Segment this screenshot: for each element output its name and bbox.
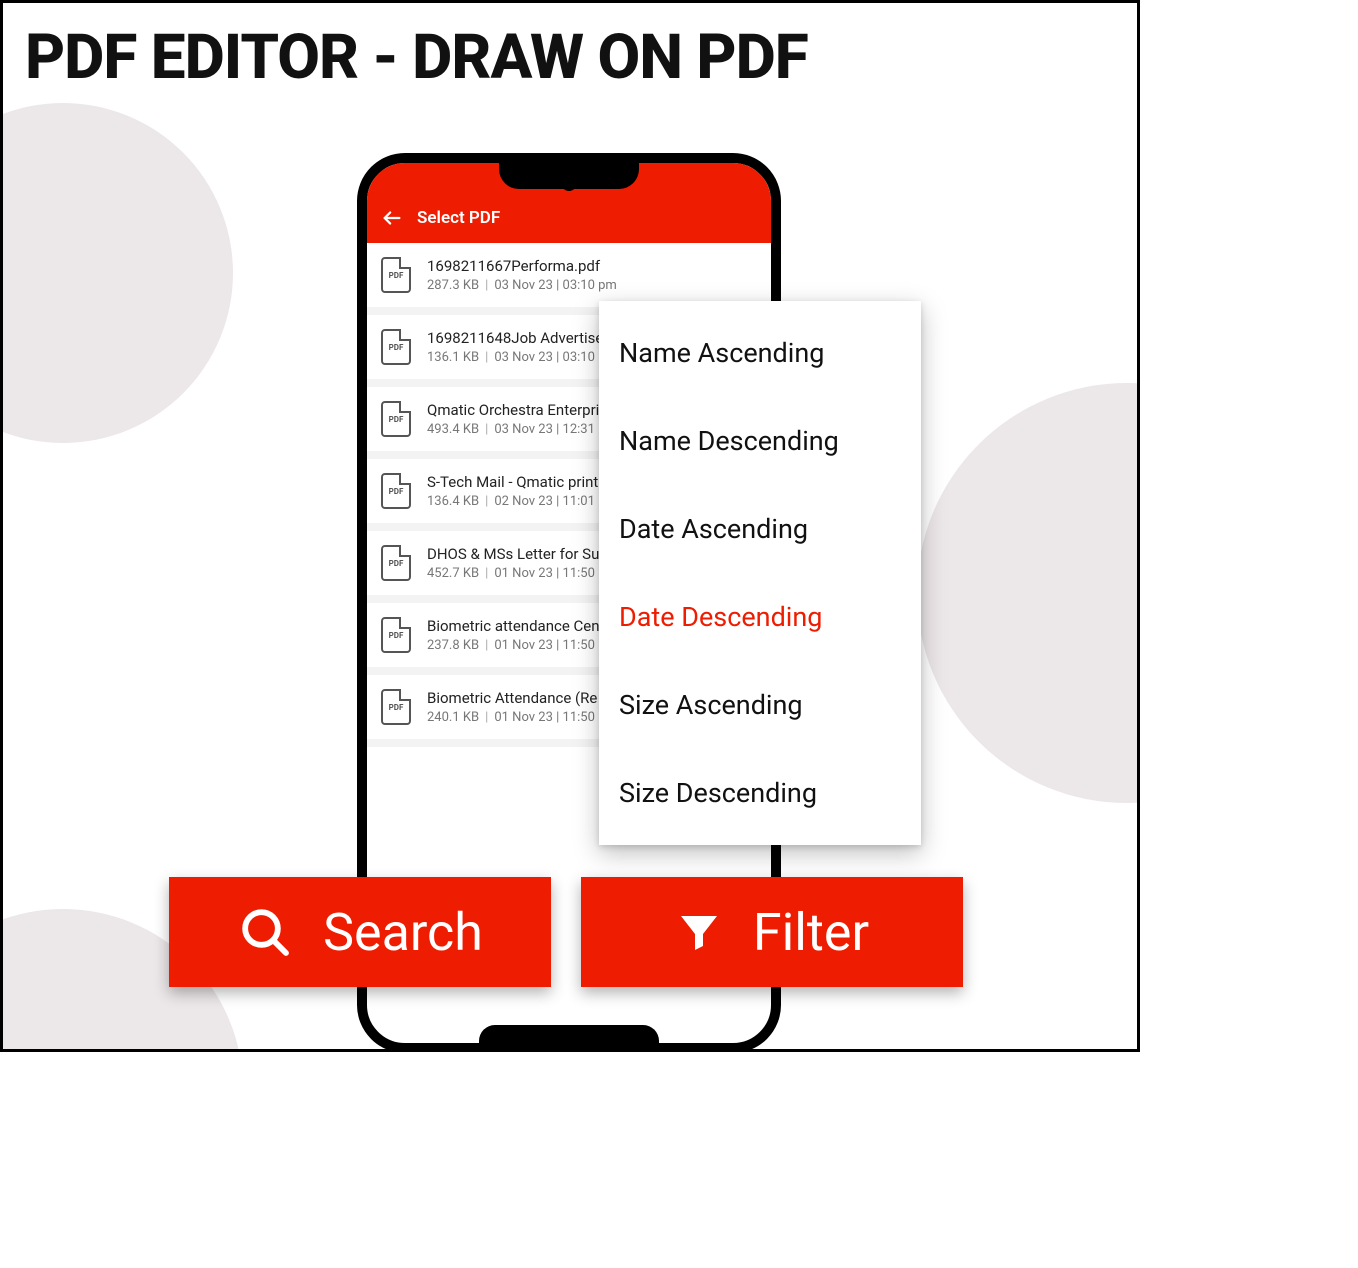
pdf-file-icon: PDF (381, 257, 411, 293)
sort-option[interactable]: Name Ascending (599, 309, 921, 397)
search-icon (237, 904, 293, 960)
sort-option[interactable]: Size Descending (599, 749, 921, 837)
file-date: 03 Nov 23 | 12:31 (494, 422, 595, 437)
file-date: 01 Nov 23 | 11:50 p... (494, 710, 615, 725)
pdf-file-icon: PDF (381, 473, 411, 509)
pdf-icon-label: PDF (389, 703, 404, 712)
pdf-icon-label: PDF (389, 415, 404, 424)
decor-circle (0, 103, 233, 443)
meta-separator: | (485, 494, 488, 509)
decor-circle (917, 383, 1140, 803)
filter-button[interactable]: Filter (581, 877, 963, 987)
phone-notch (499, 161, 639, 189)
file-date: 01 Nov 23 | 11:50 (494, 566, 595, 581)
filter-icon (675, 908, 723, 956)
meta-separator: | (485, 566, 488, 581)
file-size: 493.4 KB (427, 422, 479, 437)
action-row: Search Filter (169, 877, 963, 987)
sort-menu: Name AscendingName DescendingDate Ascend… (599, 301, 921, 845)
file-date: 03 Nov 23 | 03:10 pm (494, 278, 616, 293)
sort-option[interactable]: Name Descending (599, 397, 921, 485)
sort-option[interactable]: Date Ascending (599, 485, 921, 573)
file-size: 287.3 KB (427, 278, 479, 293)
pdf-icon-label: PDF (389, 343, 404, 352)
pdf-file-icon: PDF (381, 329, 411, 365)
meta-separator: | (485, 710, 488, 725)
file-name: 1698211667Performa.pdf (427, 257, 757, 275)
pdf-file-icon: PDF (381, 617, 411, 653)
pdf-file-icon: PDF (381, 401, 411, 437)
page-title: PDF EDITOR - DRAW ON PDF (25, 21, 808, 94)
file-size: 237.8 KB (427, 638, 479, 653)
pdf-file-icon: PDF (381, 545, 411, 581)
pdf-icon-label: PDF (389, 631, 404, 640)
file-meta: 287.3 KB | 03 Nov 23 | 03:10 pm (427, 278, 757, 293)
pdf-icon-label: PDF (389, 271, 404, 280)
sort-option[interactable]: Size Ascending (599, 661, 921, 749)
file-date: 01 Nov 23 | 11:50 (494, 638, 595, 653)
file-size: 136.4 KB (427, 494, 479, 509)
promo-frame: PDF EDITOR - DRAW ON PDF Select PDF PDF 1… (0, 0, 1140, 1052)
search-button[interactable]: Search (169, 877, 551, 987)
file-date: 02 Nov 23 | 11:01 (494, 494, 595, 509)
pdf-file-icon: PDF (381, 689, 411, 725)
file-size: 452.7 KB (427, 566, 479, 581)
filter-button-label: Filter (753, 902, 869, 963)
meta-separator: | (485, 350, 488, 365)
meta-separator: | (485, 422, 488, 437)
search-button-label: Search (323, 902, 483, 963)
phone-home-indicator (479, 1025, 659, 1045)
pdf-icon-label: PDF (389, 487, 404, 496)
back-arrow-icon[interactable] (381, 207, 403, 229)
meta-separator: | (485, 278, 488, 293)
file-size: 240.1 KB (427, 710, 479, 725)
app-bar-title: Select PDF (417, 208, 500, 228)
app-bar: Select PDF (367, 193, 771, 243)
file-date: 03 Nov 23 | 03:10 (494, 350, 595, 365)
pdf-icon-label: PDF (389, 559, 404, 568)
meta-separator: | (485, 638, 488, 653)
file-text: 1698211667Performa.pdf 287.3 KB | 03 Nov 23… (427, 257, 757, 293)
sort-option[interactable]: Date Descending (599, 573, 921, 661)
file-size: 136.1 KB (427, 350, 479, 365)
